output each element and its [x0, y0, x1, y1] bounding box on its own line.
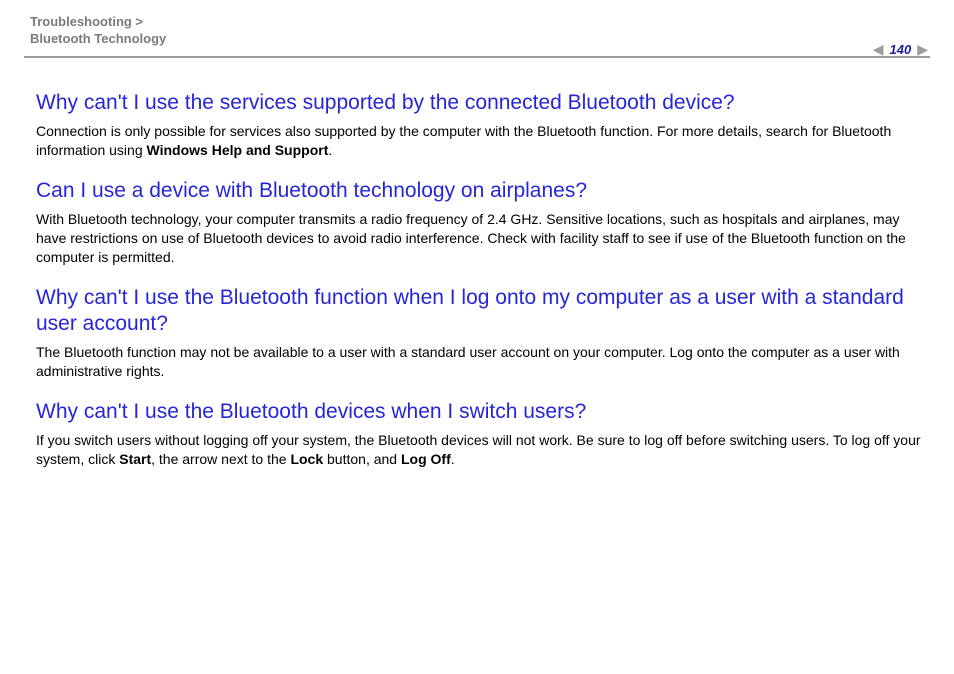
- body-text: .: [328, 142, 332, 158]
- bold-text: Lock: [290, 451, 323, 467]
- page-number-wrap: ◀ 140 ▶: [871, 41, 930, 58]
- section-heading: Why can't I use the Bluetooth function w…: [36, 285, 924, 338]
- section-heading: Why can't I use the Bluetooth devices wh…: [36, 399, 924, 425]
- breadcrumb-line2: Bluetooth Technology: [30, 31, 166, 46]
- section-body: The Bluetooth function may not be availa…: [36, 343, 924, 381]
- bold-text: Start: [119, 451, 151, 467]
- section-heading: Can I use a device with Bluetooth techno…: [36, 178, 924, 204]
- page-number: 140: [886, 42, 916, 57]
- body-text: button, and: [323, 451, 401, 467]
- body-text: .: [451, 451, 455, 467]
- breadcrumb-line1: Troubleshooting >: [30, 14, 143, 29]
- page-header: Troubleshooting > Bluetooth Technology ◀…: [24, 0, 930, 58]
- body-text: , the arrow next to the: [151, 451, 290, 467]
- document-page: Troubleshooting > Bluetooth Technology ◀…: [0, 0, 954, 674]
- prev-arrow-icon[interactable]: ◀: [871, 41, 886, 58]
- section-body: Connection is only possible for services…: [36, 122, 924, 160]
- section-heading: Why can't I use the services supported b…: [36, 90, 924, 116]
- content-area: Why can't I use the services supported b…: [0, 58, 954, 469]
- breadcrumb: Troubleshooting > Bluetooth Technology: [30, 14, 166, 48]
- bold-text: Windows Help and Support: [147, 142, 329, 158]
- section-body: If you switch users without logging off …: [36, 431, 924, 469]
- next-arrow-icon[interactable]: ▶: [915, 41, 930, 58]
- section-body: With Bluetooth technology, your computer…: [36, 210, 924, 267]
- bold-text: Log Off: [401, 451, 451, 467]
